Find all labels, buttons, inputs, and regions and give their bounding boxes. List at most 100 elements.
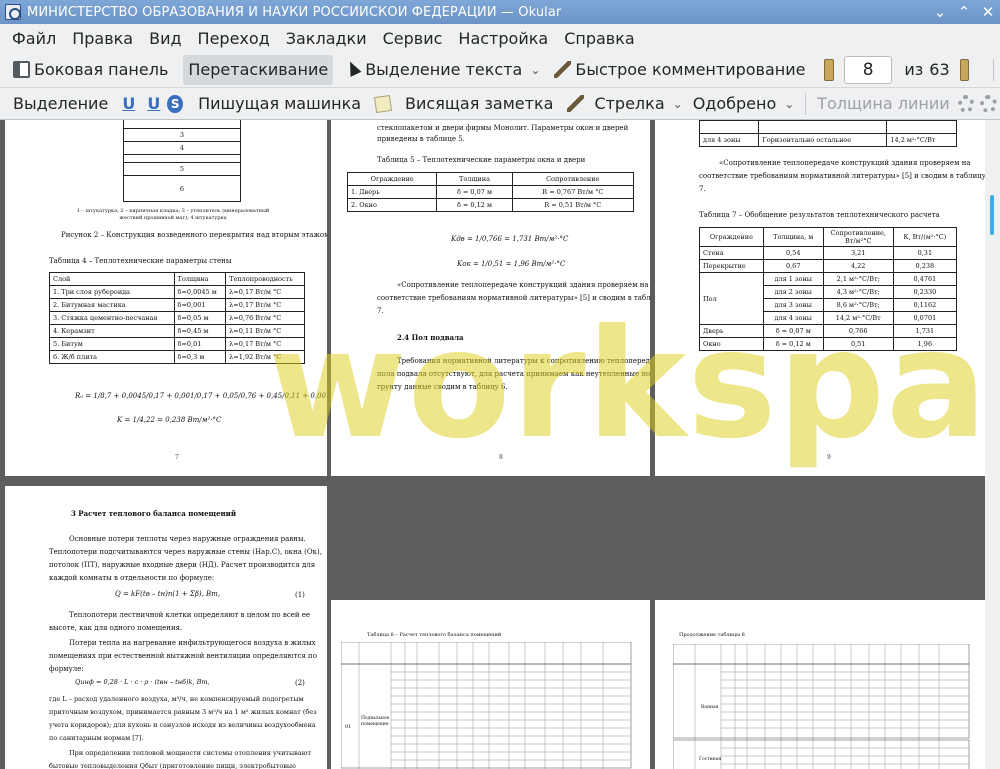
table-cell: 4. Керамзит	[49, 324, 175, 338]
window-title: МИНИСТЕРСТВО ОБРАЗОВАНИЯ И НАУКИ РОССИЙС…	[27, 4, 562, 20]
table-cell: R = 0,51 Вт/м °С	[511, 198, 635, 212]
previous-page-icon[interactable]	[824, 58, 834, 81]
table-cell: 4,3 м²·°С/Вт;	[822, 285, 894, 299]
document-viewport[interactable]: 3 4 5 6 1 – штукатурка; 2 – кирпичная кл…	[0, 120, 985, 769]
table-cell: 1,96	[892, 337, 958, 351]
table-header: Сопротивление, Вт/м²°С	[822, 227, 894, 247]
arrow-tool-icon	[567, 95, 585, 112]
paragraph-line: «Сопротивление теплопередаче конструкций…	[719, 159, 971, 167]
highlight-button[interactable]: Выделение	[8, 89, 113, 119]
table-title: Продолжение таблицы 8	[679, 632, 745, 638]
table-cell: Окно	[699, 337, 764, 351]
title-bar: МИНИСТЕРСТВО ОБРАЗОВАНИЯ И НАУКИ РОССИЙС…	[0, 0, 1000, 24]
formula-number: (2)	[295, 679, 305, 687]
table-cell: Пол	[699, 272, 764, 325]
chevron-down-icon[interactable]: ⌄	[784, 97, 794, 111]
paragraph-line: Теплопотери подсчитываются через наружны…	[49, 548, 322, 556]
chevron-down-icon[interactable]: ⌄	[673, 97, 683, 111]
highlight-label: Выделение	[13, 94, 109, 113]
annotation-toolbar: Выделение U U S Пишущая машинка Висящая …	[0, 88, 1000, 120]
squiggly-underline-icon[interactable]: U	[144, 94, 163, 113]
paragraph-line: Потери тепла на нагревание инфильтрующег…	[69, 639, 316, 647]
sidebar-icon	[13, 61, 30, 78]
typewriter-button[interactable]: Пишущая машинка	[193, 89, 366, 119]
summary-table: Ограждение Толщина, м Сопротивление, Вт/…	[699, 227, 958, 351]
sidebar-button[interactable]: Боковая панель	[8, 55, 173, 85]
menu-bookmarks[interactable]: Закладки	[278, 29, 375, 48]
paragraph-line: где L – расход удаленного воздуха, м³/ч,…	[49, 695, 304, 703]
table-header: Толщина	[173, 272, 227, 286]
minimize-icon[interactable]: ⌄	[928, 3, 952, 21]
table-cell: 0,2330	[892, 285, 958, 299]
chevron-down-icon[interactable]: ⌄	[530, 63, 540, 77]
table-title: Таблица 7 – Обобщение результатов теплот…	[699, 211, 940, 219]
menu-go[interactable]: Переход	[190, 29, 278, 48]
table-cell: для 4 зоны	[762, 311, 824, 325]
section-heading: 2.4 Пол подвала	[397, 333, 464, 342]
section-heading: 3 Расчет теплового баланса помещений	[71, 509, 237, 518]
arrow-label: Стрелка	[594, 94, 665, 113]
close-icon[interactable]: ✕	[976, 3, 1000, 21]
paragraph-line: 7.	[699, 185, 706, 193]
table-cell: для 3 зоны	[762, 298, 824, 312]
stamp-button[interactable]: Одобрено ⌄	[688, 89, 800, 119]
scrollbar-thumb[interactable]	[990, 195, 994, 235]
table-cell: 0,51	[822, 337, 894, 351]
arrow-button[interactable]: Стрелка ⌄	[562, 89, 687, 119]
table-cell: Горизонтально остальное	[758, 133, 888, 147]
table-cell: 6. Ж/б плита	[49, 350, 175, 364]
line-width-button[interactable]: Толщина линии	[812, 89, 955, 119]
formula-r0: R₀ = 1/8,7 + 0,0045/0,17 + 0,001/0,17 + …	[75, 392, 327, 400]
table-cell: 3. Стяжка цементно-песчаная	[49, 311, 175, 325]
quick-comment-button[interactable]: Быстрое комментирование	[549, 55, 810, 85]
drag-mode-button[interactable]: Перетаскивание	[183, 54, 334, 85]
menu-edit[interactable]: Правка	[64, 29, 141, 48]
table-header: Ограждение	[346, 172, 438, 186]
table-cell: 0,67	[762, 259, 824, 273]
paragraph-line: каждой комнаты в отдельности по формуле:	[49, 574, 215, 582]
figure-legend: 1 – штукатурка; 2 – кирпичная кладка; 3 …	[76, 208, 270, 221]
table-cell: δ=0,0045 м	[173, 285, 227, 299]
menu-settings[interactable]: Настройка	[450, 29, 556, 48]
menu-view[interactable]: Вид	[141, 29, 189, 48]
paragraph-line: помещениях при естественной вытяжной вен…	[49, 652, 317, 660]
document-page-10: 3 Расчет теплового баланса помещений Осн…	[5, 486, 327, 769]
table-cell: 1,731	[892, 324, 958, 338]
document-page-9: для 4 зоны Горизонтально остальное 14,2 м²…	[655, 120, 985, 476]
figure-row: 3	[123, 128, 241, 142]
heat-balance-table-cont	[673, 644, 970, 769]
table-cell: 14,2 м²·°С/Вт	[886, 133, 957, 147]
page-number-input[interactable]: 8	[843, 55, 893, 84]
table-header: Ограждение	[699, 227, 764, 247]
underline-icon[interactable]: U	[119, 94, 138, 113]
quick-comment-label: Быстрое комментирование	[575, 60, 806, 79]
formula-k-window: Kок = 1/0,51 = 1,96 Вт/м²·°С	[457, 260, 566, 268]
paragraph-line: учета коридоров); для кухонь и санузлов …	[49, 721, 316, 729]
table-cell: λ=0,76 Вт/м °С	[225, 311, 305, 325]
table-cell: δ = 0,12 м	[762, 337, 824, 351]
menu-tools[interactable]: Сервис	[375, 29, 451, 48]
vertical-scrollbar[interactable]	[985, 120, 1000, 769]
paragraph-line: При определении тепловой мощности систем…	[69, 749, 311, 757]
sticky-note-button[interactable]: Висящая заметка	[370, 89, 558, 119]
opacity-settings-icon[interactable]	[980, 94, 998, 113]
paragraph-line: соответствие требованиям нормативной лит…	[699, 172, 985, 180]
menu-file[interactable]: Файл	[4, 29, 64, 48]
paragraph-line: формуле:	[49, 665, 84, 673]
table-cell: для 4 зоны	[698, 133, 760, 147]
next-page-icon[interactable]	[959, 58, 970, 81]
zones-table-end: для 4 зоны Горизонтально остальное 14,2 м²…	[698, 120, 957, 147]
table-cell: δ = 0,12 м	[436, 198, 513, 212]
maximize-icon[interactable]: ⌃	[952, 3, 976, 21]
toolbar-separator	[993, 58, 994, 81]
figure-layers-table: 3 4 5 6	[123, 120, 241, 202]
menu-help[interactable]: Справка	[556, 29, 643, 48]
paragraph-line: Требования нормативной литературы к сопр…	[397, 357, 650, 365]
page-total: 63	[929, 60, 950, 79]
table-header: К, Вт/(м²·°С)	[892, 227, 958, 247]
strikeout-icon[interactable]: S	[167, 94, 184, 113]
paragraph-line: 7.	[377, 307, 384, 315]
room-name: Гостиная	[699, 757, 722, 762]
color-settings-icon[interactable]	[957, 94, 975, 113]
text-select-button[interactable]: Выделение текста ⌄	[339, 55, 545, 85]
